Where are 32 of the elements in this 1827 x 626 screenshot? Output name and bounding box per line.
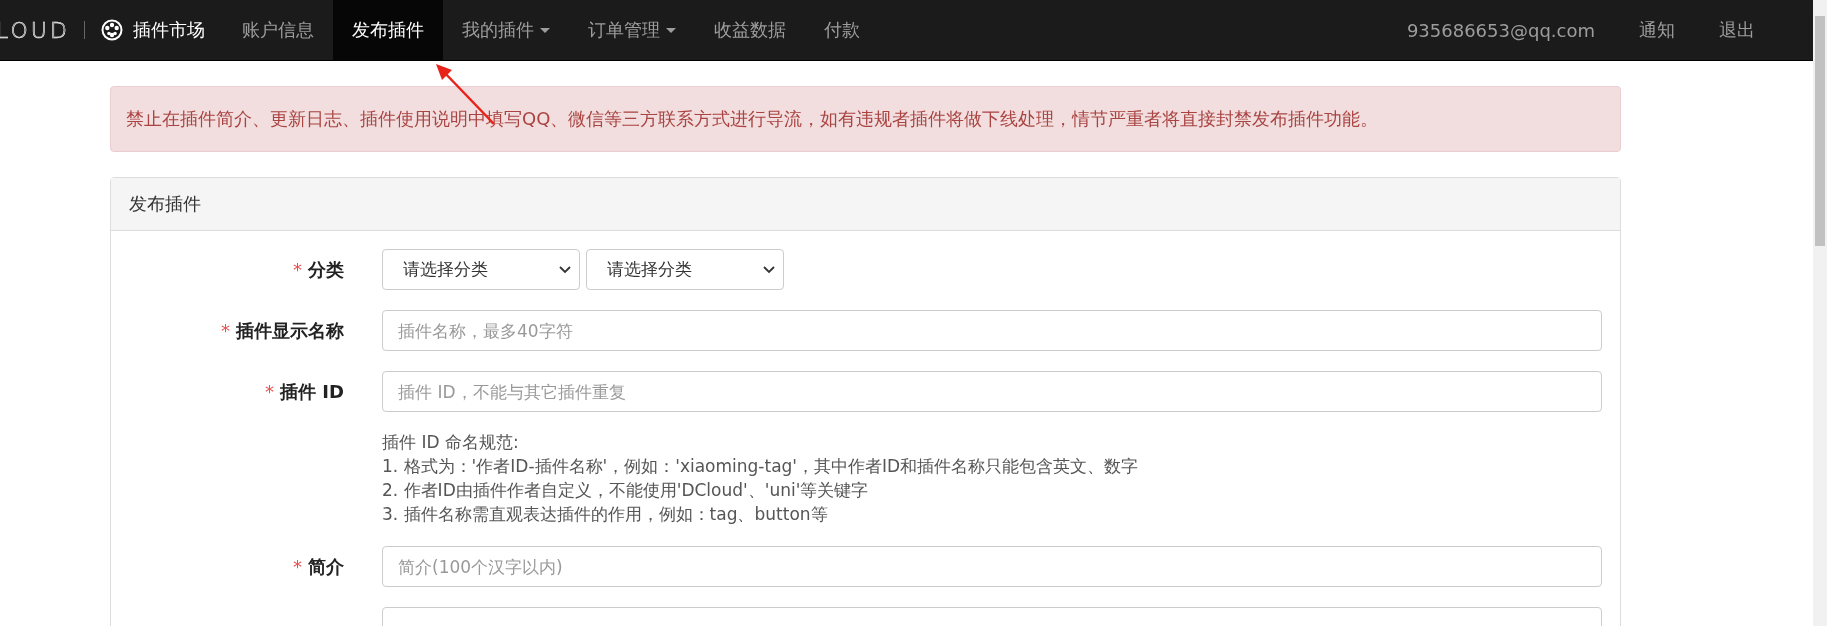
chevron-down-icon <box>559 265 571 274</box>
market-link[interactable]: 插件市场 <box>100 0 223 60</box>
required-mark: * <box>221 320 230 341</box>
category-select[interactable]: 请选择分类 <box>586 249 784 290</box>
nav-tab[interactable]: 我的插件 <box>442 0 569 60</box>
nav-tab[interactable]: 发布插件 <box>332 0 443 60</box>
field-label: 插件显示名称 <box>236 320 344 341</box>
nav-link[interactable]: 935686653@qq.com <box>1384 0 1617 60</box>
help-text: 2. 作者ID由插件作者自定义，不能使用'DCloud'、'uni'等关键字 <box>382 479 870 502</box>
nav-tab[interactable]: 账户信息 <box>222 0 333 60</box>
required-mark: * <box>293 556 302 577</box>
field-label: 简介 <box>308 556 344 577</box>
input-field[interactable]: 插件 ID，不能与其它插件重复 <box>382 371 1602 412</box>
panel-title: 发布插件 <box>129 193 201 214</box>
help-text: 3. 插件名称需直观表达插件的作用，例如：tag、button等 <box>382 503 829 526</box>
field-label: 分类 <box>308 259 344 280</box>
nav-tab[interactable]: 收益数据 <box>694 0 805 60</box>
field-label: 插件 ID <box>280 381 344 402</box>
film-reel-icon <box>100 19 123 41</box>
input-field[interactable]: 简介(100个汉字以内) <box>382 546 1602 587</box>
nav-link[interactable]: 通知 <box>1617 0 1697 60</box>
required-mark: * <box>293 259 302 280</box>
category-select[interactable]: 请选择分类 <box>382 249 580 290</box>
nav-tab[interactable]: 付款 <box>804 0 879 60</box>
help-text: 1. 格式为：'作者ID-插件名称'，例如：'xiaoming-tag'，其中作者ID和插件名称只能包含英文、数字 <box>382 455 1140 478</box>
nav-tab[interactable]: 订单管理 <box>568 0 695 60</box>
nav-link[interactable]: 退出 <box>1697 0 1777 60</box>
required-mark: * <box>265 381 275 402</box>
chevron-down-icon <box>763 265 775 274</box>
scrollbar[interactable] <box>1813 0 1827 626</box>
input-field[interactable]: 插件名称，最多40字符 <box>382 310 1602 351</box>
help-text: 插件 ID 命名规范: <box>382 431 520 454</box>
